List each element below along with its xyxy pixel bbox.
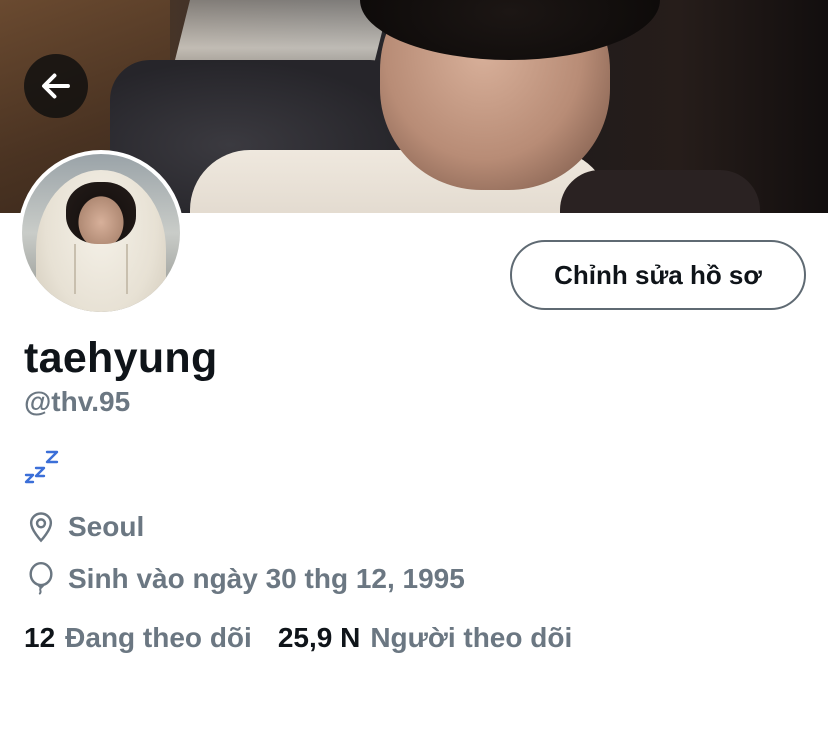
- birthday-text: Sinh vào ngày 30 thg 12, 1995: [68, 563, 465, 594]
- back-button[interactable]: [24, 54, 88, 118]
- profile-page: Chỉnh sửa hồ sơ taehyung @thv.95 Seoul S…: [0, 0, 828, 733]
- arrow-left-icon: [42, 73, 70, 99]
- location-text: Seoul: [68, 511, 145, 542]
- birthday-row: Sinh vào ngày 30 thg 12, 1995: [24, 562, 465, 596]
- balloon-icon: [24, 562, 58, 596]
- followers-link[interactable]: 25,9 N Người theo dõi: [278, 622, 572, 654]
- location-row: Seoul: [24, 510, 144, 544]
- user-handle: @thv.95: [24, 386, 131, 417]
- bio: [24, 448, 60, 489]
- edit-profile-button[interactable]: Chỉnh sửa hồ sơ: [510, 240, 806, 310]
- followers-label: Người theo dõi: [370, 622, 573, 653]
- follow-stats: 12 Đang theo dõi 25,9 N Người theo dõi: [24, 622, 572, 654]
- following-label: Đang theo dõi: [65, 622, 252, 653]
- avatar[interactable]: [18, 150, 184, 316]
- following-count: 12: [24, 622, 56, 653]
- display-name: taehyung: [24, 334, 218, 382]
- following-link[interactable]: 12 Đang theo dõi: [24, 622, 252, 654]
- followers-count: 25,9 N: [277, 622, 361, 653]
- zzz-sleeping-icon: [24, 450, 59, 484]
- location-pin-icon: [24, 510, 58, 544]
